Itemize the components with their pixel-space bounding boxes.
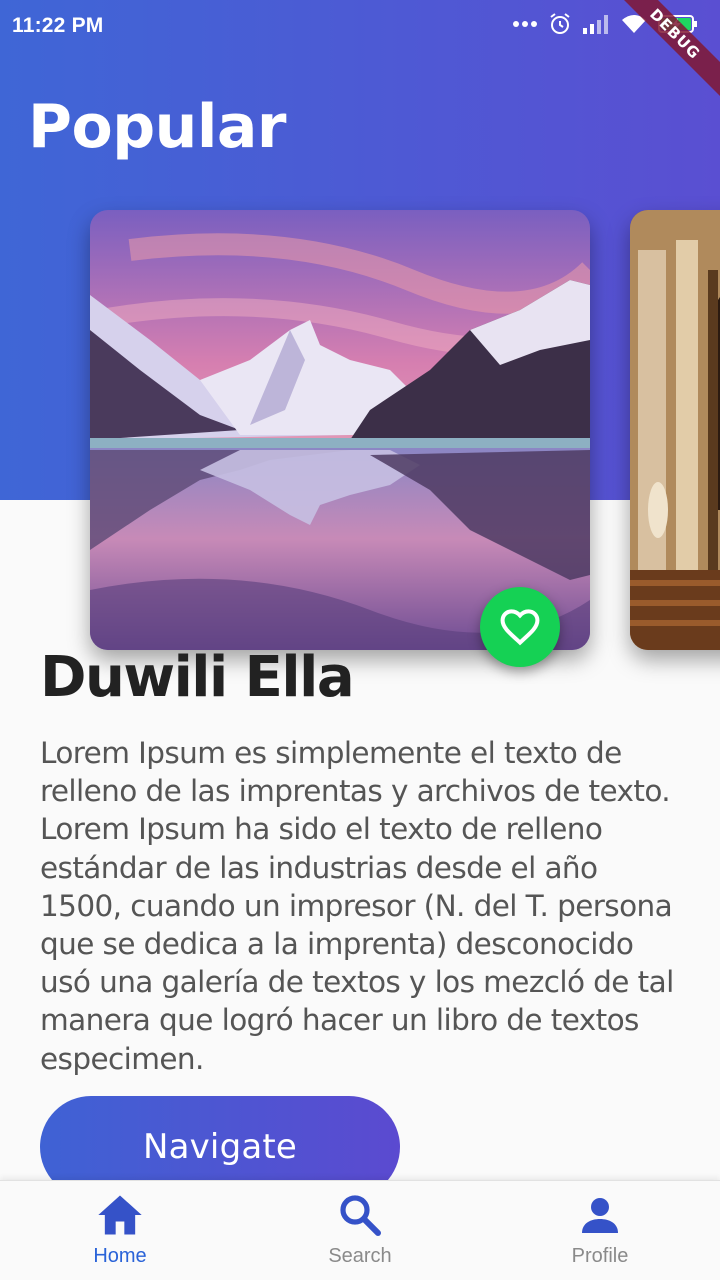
status-icons bbox=[512, 12, 698, 36]
signal-icon bbox=[583, 15, 608, 34]
home-icon bbox=[98, 1195, 142, 1235]
status-bar: 11:22 PM bbox=[0, 0, 720, 52]
place-card-image[interactable] bbox=[90, 210, 590, 650]
wifi-icon bbox=[622, 15, 646, 33]
search-icon bbox=[340, 1195, 381, 1236]
page-title: Popular bbox=[28, 92, 287, 162]
nav-label-profile: Profile bbox=[571, 1245, 629, 1267]
more-dots-icon bbox=[513, 21, 537, 27]
favorite-button[interactable] bbox=[480, 587, 560, 667]
heart-outline-icon bbox=[500, 609, 540, 646]
place-description: Lorem Ipsum es simplemente el texto de r… bbox=[40, 736, 674, 1076]
nav-label-search: Search bbox=[328, 1245, 392, 1267]
screen: 11:22 PM DEBUG Popular Duwili Ella Lorem… bbox=[0, 0, 720, 1280]
nav-item-home[interactable]: Home bbox=[0, 1181, 240, 1280]
nav-label-home: Home bbox=[93, 1245, 147, 1267]
alarm-icon bbox=[550, 13, 570, 34]
next-place-card-image[interactable] bbox=[630, 210, 720, 650]
battery-icon bbox=[658, 15, 697, 33]
place-title: Duwili Ella bbox=[40, 645, 355, 710]
nav-item-search[interactable]: Search bbox=[240, 1181, 480, 1280]
nav-item-profile[interactable]: Profile bbox=[480, 1181, 720, 1280]
profile-icon bbox=[582, 1198, 618, 1233]
status-time: 11:22 PM bbox=[12, 14, 104, 37]
bottom-navigation: Home Search Profile bbox=[0, 1180, 720, 1280]
